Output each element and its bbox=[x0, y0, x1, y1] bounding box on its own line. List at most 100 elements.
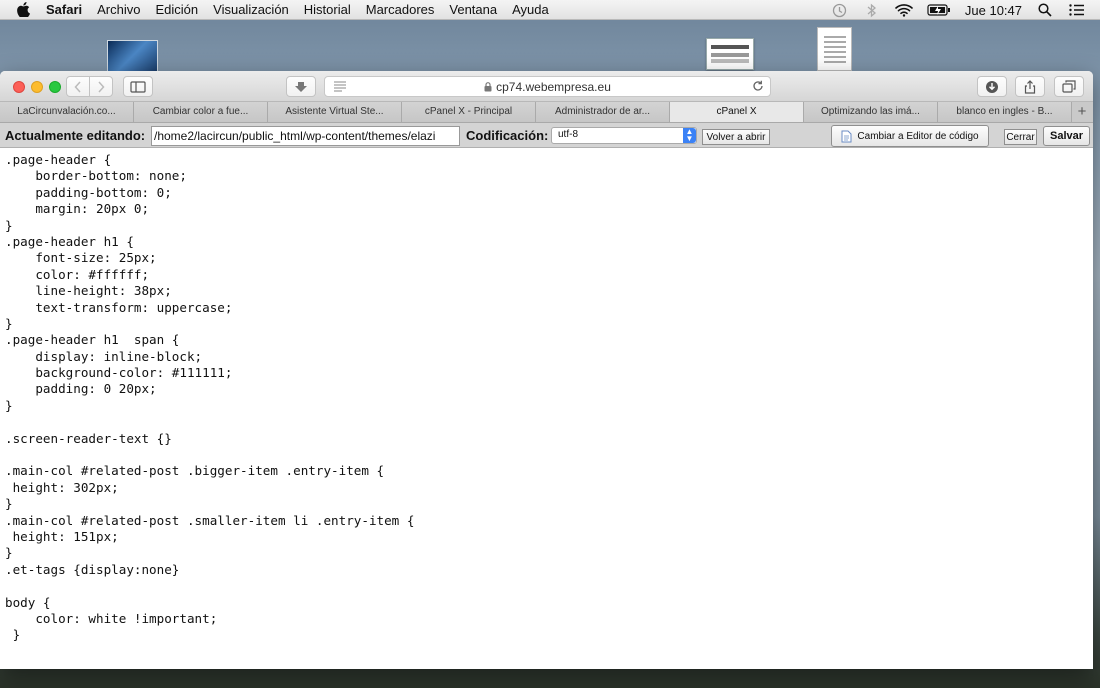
tab-bar: LaCircunvalación.co... Cambiar color a f… bbox=[0, 102, 1093, 123]
address-bar[interactable]: cp74.webempresa.eu bbox=[324, 76, 771, 97]
time-machine-icon[interactable] bbox=[831, 2, 849, 18]
apple-icon[interactable] bbox=[17, 2, 31, 17]
reload-icon[interactable] bbox=[752, 80, 764, 95]
code-editor-textarea[interactable]: .page-header { border-bottom: none; padd… bbox=[0, 148, 1093, 669]
safari-window: cp74.webempresa.eu LaCircunvalación.co..… bbox=[0, 71, 1093, 669]
code-line: background-color: #111111; bbox=[5, 365, 233, 381]
select-arrows-icon: ▲ ▼ bbox=[683, 128, 696, 143]
menu-marcadores[interactable]: Marcadores bbox=[366, 2, 435, 17]
code-line: } bbox=[5, 627, 21, 643]
tab-overview-button[interactable] bbox=[1054, 76, 1084, 97]
tabs-overview-icon bbox=[1062, 80, 1076, 93]
reader-view-icon[interactable] bbox=[333, 80, 347, 95]
desktop-screenshot-icon[interactable] bbox=[706, 38, 754, 70]
tab-optimizando-imagenes[interactable]: Optimizando las imá... bbox=[804, 102, 938, 122]
bluetooth-icon[interactable] bbox=[863, 2, 881, 18]
code-line: } bbox=[5, 217, 13, 233]
tab-asistente-virtual[interactable]: Asistente Virtual Ste... bbox=[268, 102, 402, 122]
code-line: .screen-reader-text {} bbox=[5, 430, 172, 446]
code-line: padding: 0 20px; bbox=[5, 381, 157, 397]
downloads-button[interactable] bbox=[286, 76, 316, 97]
switch-button-label: Cambiar a Editor de código bbox=[857, 130, 979, 142]
save-button[interactable]: Salvar bbox=[1043, 126, 1090, 146]
code-line: height: 302px; bbox=[5, 479, 119, 495]
url-text[interactable]: cp74.webempresa.eu bbox=[496, 80, 611, 94]
menu-visualizacion[interactable]: Visualización bbox=[213, 2, 289, 17]
code-line: color: #ffffff; bbox=[5, 266, 150, 282]
share-icon bbox=[1024, 79, 1036, 94]
code-line: line-height: 38px; bbox=[5, 283, 172, 299]
code-line: display: inline-block; bbox=[5, 348, 203, 364]
code-line: margin: 20px 0; bbox=[5, 201, 150, 217]
encoding-label: Codificación: bbox=[466, 128, 549, 143]
reopen-button[interactable]: Volver a abrir bbox=[702, 129, 770, 145]
code-line: } bbox=[5, 545, 13, 561]
tab-cambiar-color[interactable]: Cambiar color a fue... bbox=[134, 102, 268, 122]
back-button[interactable] bbox=[67, 77, 89, 96]
tab-lacircunvalacion[interactable]: LaCircunvalación.co... bbox=[0, 102, 134, 122]
close-window-button[interactable] bbox=[13, 81, 25, 93]
desktop-image-icon[interactable] bbox=[107, 40, 158, 72]
code-line: text-transform: uppercase; bbox=[5, 299, 233, 315]
editor-toolbar: Actualmente editando: /home2/lacircun/pu… bbox=[0, 123, 1093, 148]
code-line: color: white !important; bbox=[5, 610, 218, 626]
tab-cpanel-x[interactable]: cPanel X bbox=[670, 102, 804, 122]
downloads-list-button[interactable] bbox=[977, 76, 1007, 97]
code-line: .page-header h1 span { bbox=[5, 332, 180, 348]
code-line: .main-col #related-post .smaller-item li… bbox=[5, 512, 415, 528]
close-editor-button[interactable]: Cerrar bbox=[1004, 129, 1037, 145]
code-line: .main-col #related-post .bigger-item .en… bbox=[5, 463, 385, 479]
forward-button[interactable] bbox=[89, 77, 112, 96]
menu-clock[interactable]: Jue 10:47 bbox=[965, 3, 1022, 18]
share-button[interactable] bbox=[1015, 76, 1045, 97]
desktop-document-icon[interactable] bbox=[817, 27, 852, 71]
chevron-right-icon bbox=[98, 80, 105, 93]
menu-archivo[interactable]: Archivo bbox=[97, 2, 140, 17]
menu-ayuda[interactable]: Ayuda bbox=[512, 2, 549, 17]
file-path-field[interactable]: /home2/lacircun/public_html/wp-content/t… bbox=[151, 126, 460, 146]
spotlight-search-icon[interactable] bbox=[1036, 2, 1054, 18]
switch-to-code-editor-button[interactable]: Cambiar a Editor de código bbox=[831, 125, 989, 147]
title-bar: cp74.webempresa.eu bbox=[0, 71, 1093, 102]
menu-extras: Jue 10:47 bbox=[831, 0, 1100, 20]
menu-safari[interactable]: Safari bbox=[46, 2, 82, 17]
notification-center-icon[interactable] bbox=[1068, 2, 1086, 18]
chevron-left-icon bbox=[74, 80, 81, 93]
code-line: height: 151px; bbox=[5, 528, 119, 544]
code-line: body { bbox=[5, 594, 51, 610]
tab-blanco-en-ingles[interactable]: blanco en ingles - B... bbox=[938, 102, 1072, 122]
download-arrow-icon bbox=[295, 81, 307, 92]
code-line: font-size: 25px; bbox=[5, 250, 157, 266]
code-line: } bbox=[5, 496, 13, 512]
nav-buttons bbox=[66, 76, 113, 97]
lock-icon bbox=[484, 81, 492, 92]
menu-bar: Safari Archivo Edición Visualización His… bbox=[0, 0, 1100, 20]
download-circle-icon bbox=[986, 80, 998, 93]
code-line: .page-header h1 { bbox=[5, 233, 134, 249]
menu-ventana[interactable]: Ventana bbox=[449, 2, 497, 17]
code-line: border-bottom: none; bbox=[5, 168, 187, 184]
menu-edicion[interactable]: Edición bbox=[156, 2, 199, 17]
battery-icon[interactable] bbox=[927, 2, 951, 18]
wifi-icon[interactable] bbox=[895, 2, 913, 18]
code-line: padding-bottom: 0; bbox=[5, 184, 172, 200]
document-icon bbox=[841, 130, 852, 142]
sidebar-icon bbox=[130, 80, 146, 93]
tab-cpanel-principal[interactable]: cPanel X - Principal bbox=[402, 102, 536, 122]
minimize-window-button[interactable] bbox=[31, 81, 43, 93]
encoding-select[interactable]: utf-8 ▲ ▼ bbox=[551, 127, 697, 144]
editing-label: Actualmente editando: bbox=[5, 128, 146, 143]
fullscreen-window-button[interactable] bbox=[49, 81, 61, 93]
sidebar-button[interactable] bbox=[123, 76, 153, 97]
new-tab-button[interactable]: + bbox=[1072, 102, 1092, 122]
menu-historial[interactable]: Historial bbox=[304, 2, 351, 17]
code-line: } bbox=[5, 397, 13, 413]
code-line: } bbox=[5, 315, 13, 331]
code-line: .page-header { bbox=[5, 152, 112, 167]
tab-administrador-archivos[interactable]: Administrador de ar... bbox=[536, 102, 670, 122]
encoding-value: utf-8 bbox=[558, 129, 579, 140]
code-line: .et-tags {display:none} bbox=[5, 561, 180, 577]
